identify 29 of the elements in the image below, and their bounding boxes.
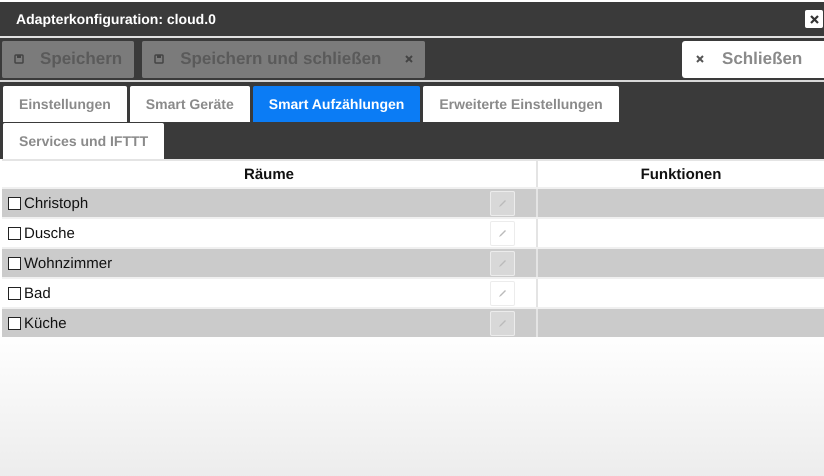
room-name: Christoph bbox=[24, 194, 90, 212]
checkbox[interactable] bbox=[8, 196, 21, 210]
checkbox[interactable] bbox=[8, 286, 21, 300]
window-title: Adapterkonfiguration: cloud.0 bbox=[16, 11, 217, 27]
checkbox[interactable] bbox=[8, 316, 21, 330]
close-icon bbox=[696, 55, 704, 63]
pencil-icon bbox=[498, 258, 507, 268]
column-header: Funktionen bbox=[640, 164, 722, 184]
tab[interactable]: Smart Aufzählungen bbox=[252, 86, 420, 122]
tab[interactable]: Erweiterte Einstellungen bbox=[423, 86, 619, 122]
checkbox[interactable] bbox=[8, 256, 21, 270]
room-name: Küche bbox=[24, 314, 68, 332]
pencil-icon bbox=[498, 288, 507, 298]
pencil-icon bbox=[498, 318, 507, 328]
pencil-icon bbox=[498, 198, 507, 208]
close-icon bbox=[405, 55, 414, 63]
pencil-icon bbox=[498, 228, 507, 238]
close-button[interactable]: Schließen bbox=[682, 40, 824, 78]
close-button[interactable] bbox=[805, 10, 823, 28]
tab[interactable]: Services und IFTTT bbox=[3, 123, 164, 159]
floppy-icon bbox=[154, 54, 164, 64]
room-name: Bad bbox=[24, 284, 52, 302]
tab[interactable]: Smart Geräte bbox=[130, 86, 250, 122]
checkbox[interactable] bbox=[8, 226, 21, 240]
room-name: Wohnzimmer bbox=[24, 254, 114, 272]
close-icon bbox=[810, 14, 818, 24]
floppy-icon bbox=[14, 54, 24, 64]
room-name: Dusche bbox=[24, 224, 76, 242]
tab[interactable]: Einstellungen bbox=[3, 86, 127, 122]
